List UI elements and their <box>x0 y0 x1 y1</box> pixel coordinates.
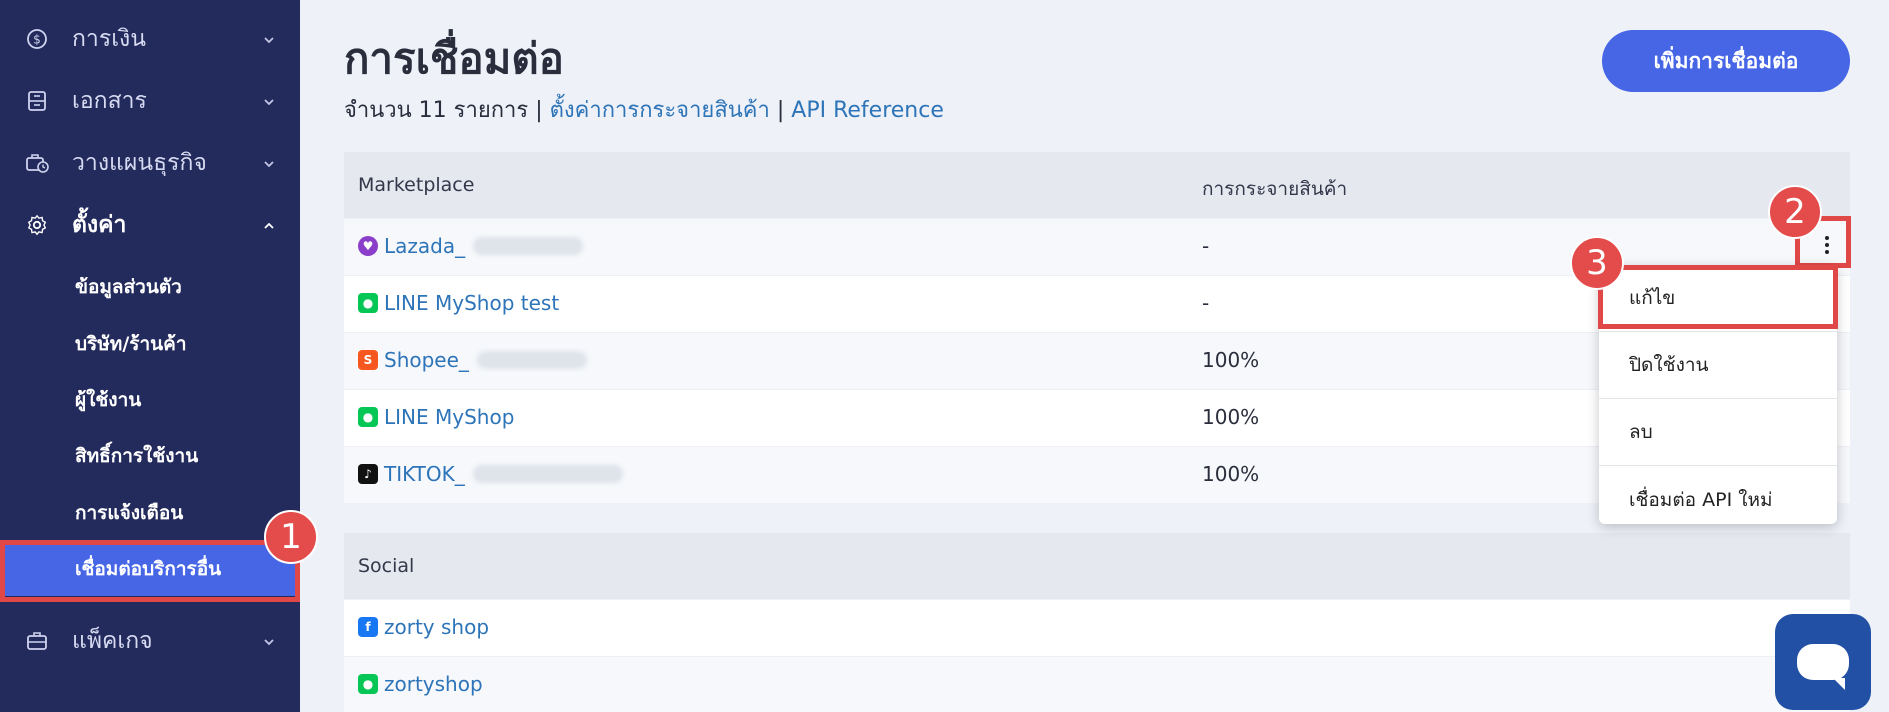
column-header-social: Social <box>358 555 415 577</box>
step-badge-2: 2 <box>1768 185 1822 239</box>
separator: | <box>776 98 785 123</box>
connection-name: TIKTOK_ <box>384 462 465 486</box>
menu-item-edit[interactable]: แก้ไข <box>1599 265 1837 332</box>
redacted-text <box>476 351 587 369</box>
add-connection-button[interactable]: เพิ่มการเชื่อมต่อ <box>1602 30 1850 92</box>
connection-name: Shopee_ <box>384 348 469 372</box>
connection-name-link[interactable]: ● LINE MyShop <box>358 405 514 429</box>
gear-icon <box>24 212 50 238</box>
chat-bubble-icon <box>1797 644 1849 690</box>
sidebar-item-package[interactable]: แพ็คเกจ <box>0 612 300 670</box>
connection-name-link[interactable]: ♥ Lazada_ <box>358 234 584 258</box>
connection-name-link[interactable]: S Shopee_ <box>358 348 587 372</box>
sidebar-item-business-plan[interactable]: วางแผนธุรกิจ <box>0 134 300 192</box>
page-subtitle: จำนวน 11 รายการ | ตั้งค่าการกระจายสินค้า… <box>344 92 944 127</box>
sidebar-subitem-label: บริษัท/ร้านค้า <box>75 333 187 355</box>
menu-item-reconnect-api[interactable]: เชื่อมต่อ API ใหม่ <box>1599 466 1837 533</box>
separator: | <box>535 98 543 123</box>
chevron-down-icon <box>262 94 276 108</box>
table-row: f zorty shop <box>344 599 1850 656</box>
sidebar-item-label: วางแผนธุรกิจ <box>72 150 207 176</box>
sidebar-item-settings[interactable]: ตั้งค่า <box>0 196 300 254</box>
sidebar-item-label: ตั้งค่า <box>72 212 127 238</box>
shopee-logo-icon: S <box>358 350 378 370</box>
svg-text:$: $ <box>33 33 41 47</box>
page-title: การเชื่อมต่อ <box>344 34 564 83</box>
sidebar-subitem-profile[interactable]: ข้อมูลส่วนตัว <box>0 260 300 314</box>
sidebar-subitem-label: ข้อมูลส่วนตัว <box>75 276 182 298</box>
briefcase-clock-icon <box>24 150 50 176</box>
sidebar-subitem-label: สิทธิ์การใช้งาน <box>75 445 199 467</box>
sidebar-subitem-label: ผู้ใช้งาน <box>75 389 142 411</box>
table-header: Social <box>344 533 1850 599</box>
lazada-logo-icon: ♥ <box>358 236 378 256</box>
sidebar-subitem-company[interactable]: บริษัท/ร้านค้า <box>0 317 300 371</box>
sidebar-subitem-connections[interactable]: เชื่อมต่อบริการอื่น <box>4 542 296 596</box>
chevron-down-icon <box>262 32 276 46</box>
connection-name: zorty shop <box>384 615 490 639</box>
distribution-value: 100% <box>1202 462 1260 486</box>
sidebar-item-label: แพ็คเกจ <box>72 628 153 654</box>
line-logo-icon: ● <box>358 407 378 427</box>
menu-item-delete[interactable]: ลบ <box>1599 399 1837 466</box>
line-logo-icon: ● <box>358 674 378 694</box>
connection-name: LINE MyShop <box>384 405 515 429</box>
connection-count: จำนวน 11 รายการ <box>344 98 529 123</box>
sidebar-subitem-users[interactable]: ผู้ใช้งาน <box>0 373 300 427</box>
connection-name-link[interactable]: ● zortyshop <box>358 672 483 696</box>
sidebar-item-label: เอกสาร <box>72 88 147 114</box>
chat-widget-button[interactable] <box>1775 614 1871 710</box>
connection-name-link[interactable]: ● LINE MyShop test <box>358 291 559 315</box>
row-action-menu: แก้ไข ปิดใช้งาน ลบ เชื่อมต่อ API ใหม่ <box>1599 265 1837 524</box>
table-header: Marketplace การกระจายสินค้า <box>344 152 1850 218</box>
chevron-up-icon <box>262 218 276 232</box>
redacted-text <box>473 237 584 255</box>
distribution-value: 100% <box>1202 405 1260 429</box>
sidebar-item-label: การเงิน <box>72 26 147 52</box>
sidebar-item-finance[interactable]: $ การเงิน <box>0 10 300 68</box>
distribution-value: - <box>1202 291 1210 315</box>
sidebar-subitem-label: เชื่อมต่อบริการอื่น <box>75 558 222 580</box>
connection-name-link[interactable]: f zorty shop <box>358 615 489 639</box>
table-row: ● zortyshop <box>344 656 1850 712</box>
sidebar: $ การเงิน เอกสาร วางแผนธุรกิจ ตั้งค่า ข้… <box>0 0 300 712</box>
connection-name: Lazada_ <box>384 234 466 258</box>
sidebar-subitem-notifications[interactable]: การแจ้งเตือน <box>0 486 300 540</box>
column-header-marketplace: Marketplace <box>358 174 475 196</box>
connection-name: zortyshop <box>384 672 483 696</box>
tiktok-logo-icon: ♪ <box>358 464 378 484</box>
connection-name: LINE MyShop test <box>384 291 560 315</box>
briefcase-icon <box>24 628 50 654</box>
chevron-down-icon <box>262 634 276 648</box>
sidebar-item-documents[interactable]: เอกสาร <box>0 72 300 130</box>
sidebar-subitem-label: การแจ้งเตือน <box>75 502 184 524</box>
api-reference-link[interactable]: API Reference <box>791 98 944 123</box>
redacted-text <box>472 465 623 483</box>
chevron-down-icon <box>262 156 276 170</box>
sidebar-subitem-permissions[interactable]: สิทธิ์การใช้งาน <box>0 429 300 483</box>
connection-name-link[interactable]: ♪ TIKTOK_ <box>358 462 623 486</box>
social-table: Social f zorty shop ● zortyshop <box>344 533 1850 712</box>
facebook-logo-icon: f <box>358 617 378 637</box>
document-icon <box>24 88 50 114</box>
distribution-settings-link[interactable]: ตั้งค่าการกระจายสินค้า <box>550 98 770 123</box>
menu-item-disable[interactable]: ปิดใช้งาน <box>1599 332 1837 399</box>
distribution-value: - <box>1202 234 1210 258</box>
vertical-dots-icon <box>1825 236 1829 254</box>
dollar-circle-icon: $ <box>24 26 50 52</box>
step-badge-1: 1 <box>264 510 318 564</box>
line-logo-icon: ● <box>358 293 378 313</box>
column-header-distribution: การกระจายสินค้า <box>1202 178 1348 200</box>
distribution-value: 100% <box>1202 348 1260 372</box>
step-badge-3: 3 <box>1570 236 1624 290</box>
